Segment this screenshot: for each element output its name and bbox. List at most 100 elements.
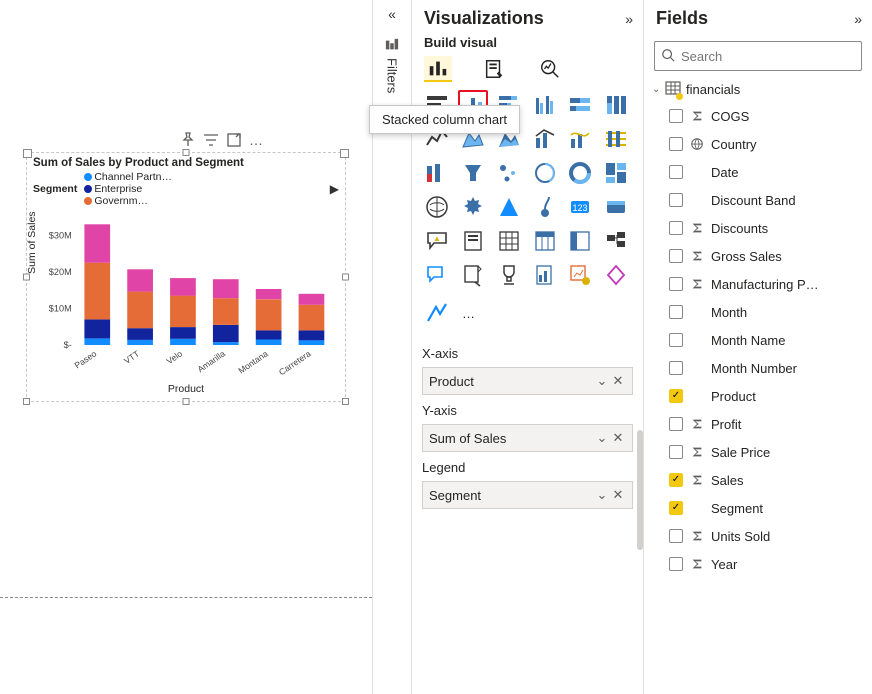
viz-gauge-icon[interactable] — [530, 192, 560, 222]
viz-paginated-icon[interactable] — [530, 260, 560, 290]
viz-decomposition-icon[interactable] — [601, 226, 631, 256]
viz-multi-card-icon[interactable] — [601, 192, 631, 222]
field-country[interactable]: Country — [644, 130, 872, 158]
checkbox[interactable] — [669, 221, 683, 235]
viz-map-icon[interactable] — [422, 192, 452, 222]
viz-matrix2-icon[interactable] — [565, 226, 595, 256]
legend-overflow-icon[interactable]: ▶ — [330, 182, 339, 196]
viz-qna-icon[interactable] — [422, 260, 452, 290]
viz-powerapps-icon[interactable] — [601, 260, 631, 290]
viz-kpi-icon[interactable]: ▲ — [422, 226, 452, 256]
field-date[interactable]: Date — [644, 158, 872, 186]
viz-donut-icon[interactable] — [565, 158, 595, 188]
checkbox[interactable] — [669, 417, 683, 431]
viz-azure-map-icon[interactable] — [494, 192, 524, 222]
chevron-down-icon[interactable]: ⌄ — [594, 373, 610, 389]
format-visual-tab-icon[interactable] — [480, 56, 508, 82]
remove-field-icon[interactable]: ✕ — [610, 373, 626, 389]
svg-text:Velo: Velo — [164, 348, 184, 366]
pbiviztools-icon[interactable] — [422, 298, 452, 328]
field-cogs[interactable]: COGS — [644, 102, 872, 130]
checkbox[interactable] — [669, 361, 683, 375]
chart-plot[interactable]: Sum of Sales $-$10M$20M$30MPaseoVTTVeloA… — [33, 211, 339, 381]
viz-matrix-icon[interactable] — [530, 226, 560, 256]
field-product[interactable]: Product — [644, 382, 872, 410]
checkbox[interactable] — [669, 557, 683, 571]
field-gross-sales[interactable]: Gross Sales — [644, 242, 872, 270]
viz-goals-icon[interactable] — [494, 260, 524, 290]
checkbox[interactable] — [669, 529, 683, 543]
sigma-icon — [689, 417, 705, 431]
viz-filled-map-icon[interactable] — [458, 192, 488, 222]
viz-ribbon-icon[interactable] — [601, 124, 631, 154]
table-financials[interactable]: ⌄ financials — [644, 77, 872, 102]
field-segment[interactable]: Segment — [644, 494, 872, 522]
analytics-tab-icon[interactable] — [536, 56, 564, 82]
viz-line-column-icon[interactable] — [530, 124, 560, 154]
field-sales[interactable]: Sales — [644, 466, 872, 494]
field-month-number[interactable]: Month Number — [644, 354, 872, 382]
field-year[interactable]: Year — [644, 550, 872, 578]
checkbox[interactable] — [669, 165, 683, 179]
pin-icon[interactable] — [180, 132, 196, 148]
viz-scatter-icon[interactable] — [494, 158, 524, 188]
field-discount-band[interactable]: Discount Band — [644, 186, 872, 214]
more-options[interactable]: … — [249, 132, 265, 148]
field-units-sold[interactable]: Units Sold — [644, 522, 872, 550]
filter-icon[interactable] — [203, 132, 219, 148]
table-icon — [665, 80, 681, 99]
checkbox[interactable] — [669, 109, 683, 123]
field-sale-price[interactable]: Sale Price — [644, 438, 872, 466]
build-visual-tab-icon[interactable] — [424, 56, 452, 82]
remove-field-icon[interactable]: ✕ — [610, 487, 626, 503]
viz-pie-icon[interactable] — [530, 158, 560, 188]
search-input[interactable] — [681, 49, 857, 64]
gallery-more[interactable]: … — [462, 306, 477, 321]
viz-funnel-icon[interactable] — [458, 158, 488, 188]
focus-mode-icon[interactable] — [226, 132, 242, 148]
collapse-chevron-icon[interactable]: « — [388, 6, 396, 22]
viz-hundred-bar-icon[interactable] — [565, 90, 595, 120]
viz-slicer-icon[interactable] — [458, 226, 488, 256]
yaxis-well[interactable]: Sum of Sales ⌄ ✕ — [422, 424, 633, 452]
checkbox[interactable] — [669, 249, 683, 263]
field-manufacturing-p-[interactable]: Manufacturing P… — [644, 270, 872, 298]
report-canvas[interactable]: … Sum of Sales by Product and Segment Se… — [0, 0, 372, 694]
checkbox[interactable] — [669, 389, 683, 403]
checkbox[interactable] — [669, 333, 683, 347]
field-discounts[interactable]: Discounts — [644, 214, 872, 242]
expand-pane-icon[interactable]: » — [625, 11, 633, 27]
checkbox[interactable] — [669, 137, 683, 151]
field-month[interactable]: Month — [644, 298, 872, 326]
viz-smart-narrative-icon[interactable] — [458, 260, 488, 290]
field-month-name[interactable]: Month Name — [644, 326, 872, 354]
viz-waterfall-icon[interactable] — [422, 158, 452, 188]
expand-pane-icon[interactable]: » — [854, 11, 862, 27]
viz-clustered-column-icon[interactable] — [530, 90, 560, 120]
remove-field-icon[interactable]: ✕ — [610, 430, 626, 446]
viz-treemap-icon[interactable] — [601, 158, 631, 188]
chevron-down-icon[interactable]: ⌄ — [594, 430, 610, 446]
viz-table-icon[interactable] — [494, 226, 524, 256]
chevron-down-icon[interactable]: ⌄ — [594, 487, 610, 503]
filters-tab[interactable]: Filters — [385, 36, 400, 95]
checkbox[interactable] — [669, 305, 683, 319]
scrollbar[interactable] — [637, 430, 643, 550]
viz-hundred-column-icon[interactable] — [601, 90, 631, 120]
xaxis-well[interactable]: Product ⌄ ✕ — [422, 367, 633, 395]
checkbox[interactable] — [669, 277, 683, 291]
yaxis-well-label: Y-axis — [422, 403, 633, 418]
chart-visual-container[interactable]: Sum of Sales by Product and Segment Segm… — [26, 152, 346, 402]
chart-legend: Segment Channel Partn…EnterpriseGovernm…… — [27, 171, 345, 211]
checkbox[interactable] — [669, 193, 683, 207]
field-profit[interactable]: Profit — [644, 410, 872, 438]
legend-well[interactable]: Segment ⌄ ✕ — [422, 481, 633, 509]
checkbox[interactable] — [669, 445, 683, 459]
viz-card-icon[interactable]: 123 — [565, 192, 595, 222]
checkbox[interactable] — [669, 473, 683, 487]
field-label: Units Sold — [711, 529, 862, 544]
viz-metrics-icon[interactable] — [565, 260, 595, 290]
checkbox[interactable] — [669, 501, 683, 515]
fields-search[interactable] — [654, 41, 862, 71]
viz-line-column2-icon[interactable] — [565, 124, 595, 154]
